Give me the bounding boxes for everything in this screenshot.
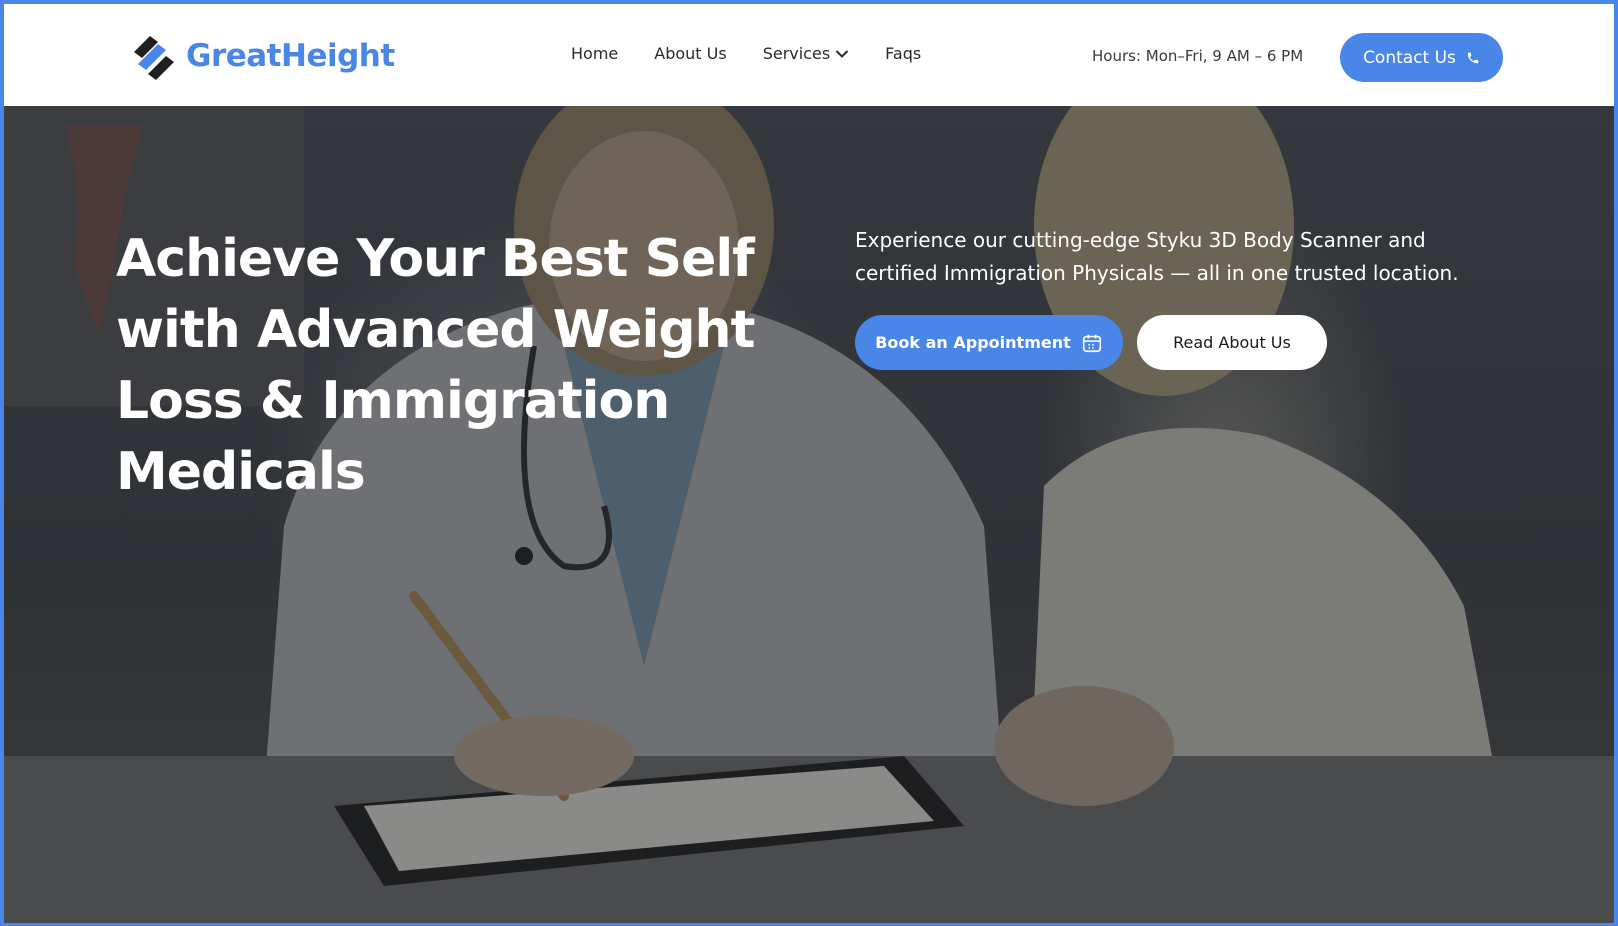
chevron-down-icon xyxy=(835,44,849,63)
book-appointment-button[interactable]: Book an Appointment xyxy=(855,315,1123,370)
nav-services-label: Services xyxy=(762,44,831,63)
nav-home-label: Home xyxy=(571,44,619,63)
business-hours: Hours: Mon–Fri, 9 AM – 6 PM xyxy=(1092,47,1304,65)
site-header: GreatHeight Home About Us Services Faqs … xyxy=(4,4,1614,106)
brand-name: GreatHeight xyxy=(186,38,395,74)
nav-services[interactable]: Services xyxy=(763,44,849,63)
contact-us-button[interactable]: Contact Us xyxy=(1340,33,1503,82)
read-about-us-label: Read About Us xyxy=(1173,333,1291,352)
hero-title: Achieve Your Best Self with Advanced Wei… xyxy=(116,229,755,502)
phone-icon xyxy=(1466,51,1480,65)
logo-link[interactable]: GreatHeight xyxy=(128,30,395,82)
book-appointment-label: Book an Appointment xyxy=(875,333,1071,352)
nav-home[interactable]: Home xyxy=(571,44,618,63)
nav-faqs[interactable]: Faqs xyxy=(885,44,921,63)
contact-us-label: Contact Us xyxy=(1363,47,1456,68)
hero-section: Achieve Your Best Self with Advanced Wei… xyxy=(4,106,1614,923)
browser-frame: GreatHeight Home About Us Services Faqs … xyxy=(0,0,1618,926)
greatheight-logo-icon xyxy=(128,30,178,82)
read-about-us-button[interactable]: Read About Us xyxy=(1137,315,1327,370)
nav-faqs-label: Faqs xyxy=(885,44,922,63)
nav-about-us-label: About Us xyxy=(654,44,727,63)
nav-about-us[interactable]: About Us xyxy=(654,44,726,63)
hero-subtitle: Experience our cutting-edge Styku 3D Bod… xyxy=(855,228,1459,285)
main-nav: Home About Us Services Faqs xyxy=(571,44,957,63)
calendar-icon xyxy=(1081,332,1103,354)
